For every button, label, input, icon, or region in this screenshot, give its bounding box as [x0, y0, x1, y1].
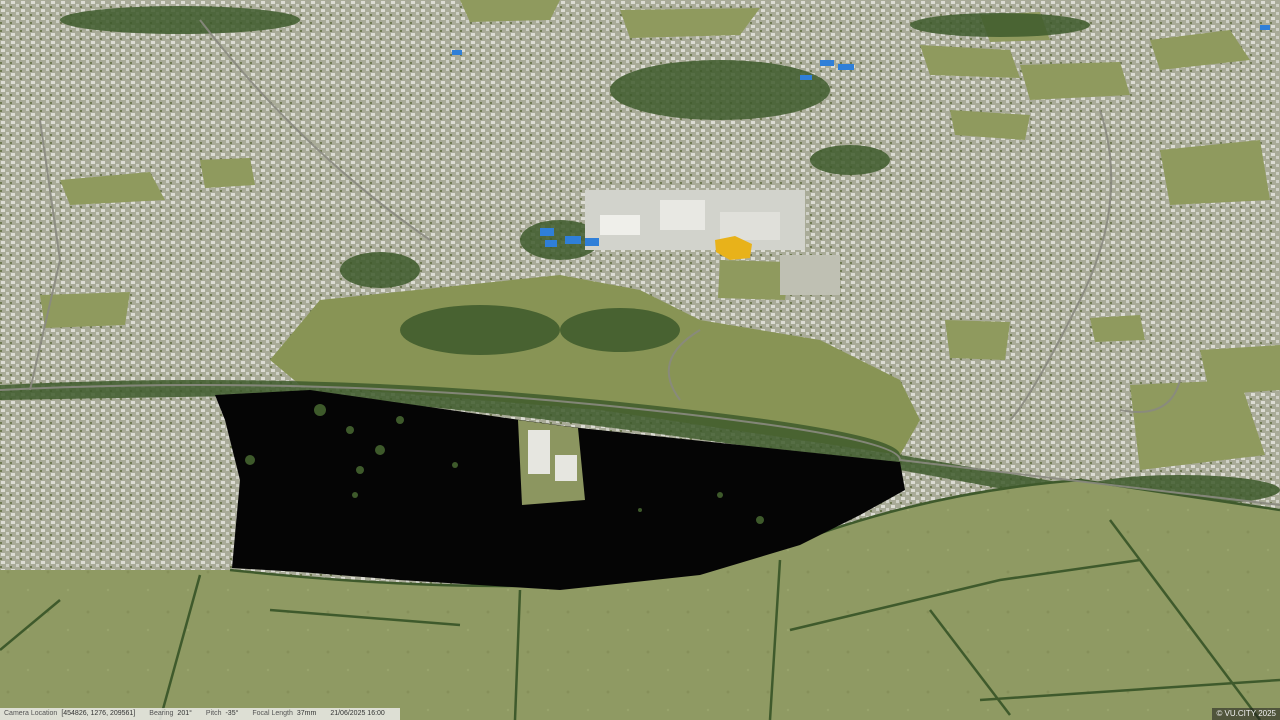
focal-length-value: 37mm [296, 710, 317, 717]
camera-location-readout: Camera Location [454826, 1276, 209561] [4, 708, 135, 720]
bearing-value: 201° [177, 710, 192, 717]
bearing-readout: Bearing 201° [149, 708, 192, 720]
camera-location-label: Camera Location [4, 710, 58, 717]
map-3d-viewport[interactable]: Camera Location [454826, 1276, 209561] B… [0, 0, 1280, 720]
pitch-value: -35° [225, 710, 239, 717]
bearing-label: Bearing [149, 710, 174, 717]
datetime-value: 21/06/2025 16:00 [330, 710, 385, 717]
pitch-readout: Pitch -35° [206, 708, 238, 720]
focal-length-label: Focal Length [252, 710, 293, 717]
aerial-city-scene[interactable] [0, 0, 1280, 720]
camera-location-value: [454826, 1276, 209561] [61, 710, 136, 717]
datetime-readout: 21/06/2025 16:00 [330, 708, 385, 720]
pitch-label: Pitch [205, 710, 222, 717]
camera-status-bar: Camera Location [454826, 1276, 209561] B… [0, 708, 400, 720]
focal-length-readout: Focal Length 37mm [252, 708, 316, 720]
copyright-notice: © VU.CITY 2025 [1212, 708, 1280, 720]
